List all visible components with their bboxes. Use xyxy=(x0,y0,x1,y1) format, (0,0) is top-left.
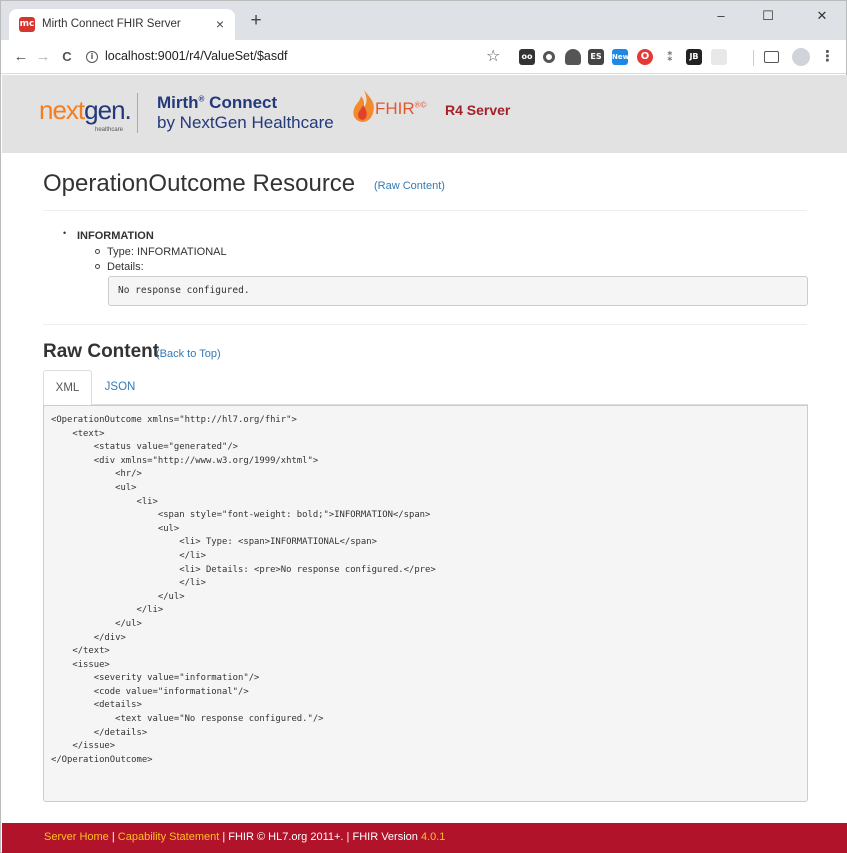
fhir-version-label: FHIR Version xyxy=(352,831,421,843)
server-home-link[interactable]: Server Home xyxy=(44,831,109,843)
circle-bullet-icon xyxy=(95,249,100,254)
code-line: </li> xyxy=(51,578,206,589)
code-line: </ul> xyxy=(51,591,185,602)
bookmark-star-icon[interactable]: ☆ xyxy=(486,46,500,66)
code-line: <issue> xyxy=(51,659,110,670)
drive-extension-icon[interactable] xyxy=(565,49,581,65)
address-bar[interactable]: localhost:9001/r4/ValueSet/$asdf xyxy=(105,49,288,63)
dropbox-extension-icon[interactable]: ⁑ xyxy=(662,49,678,65)
tab-xml[interactable]: XML xyxy=(43,370,92,406)
toolbar-divider xyxy=(753,50,754,66)
raw-xml-code-block: <OperationOutcome xmlns="http://hl7.org/… xyxy=(43,405,808,802)
code-line: </details> xyxy=(51,727,148,738)
back-button[interactable]: ← xyxy=(11,47,31,67)
minimize-button[interactable]: – xyxy=(706,6,736,26)
tab-json[interactable]: JSON xyxy=(97,370,143,406)
forward-button[interactable]: → xyxy=(33,47,53,67)
logo-divider xyxy=(137,93,138,133)
nextgen-logo[interactable]: nextgen. xyxy=(39,95,132,126)
issue-type-item: Type: INFORMATIONAL xyxy=(95,246,227,258)
raw-content-link[interactable]: (Raw Content) xyxy=(374,180,445,192)
code-line: <OperationOutcome xmlns="http://hl7.org/… xyxy=(51,415,297,425)
browser-tab[interactable]: mc Mirth Connect FHIR Server × xyxy=(9,9,235,40)
code-line: <li> xyxy=(51,496,158,507)
incognito-extension-icon[interactable]: oo xyxy=(519,49,535,65)
code-line: </div> xyxy=(51,632,126,643)
circle-bullet-icon xyxy=(95,264,100,269)
page-title: OperationOutcome Resource xyxy=(43,170,356,197)
opera-extension-icon[interactable]: O xyxy=(637,49,653,65)
site-info-icon[interactable]: i xyxy=(86,51,98,63)
code-line: <span style="font-weight: bold;">INFORMA… xyxy=(51,510,431,521)
mirth-favicon-icon: mc xyxy=(19,17,35,32)
code-line: </li> xyxy=(51,550,206,561)
code-line: </OperationOutcome> xyxy=(51,754,153,765)
circle-extension-icon[interactable] xyxy=(543,51,555,63)
nextgen-logo-subtitle: healthcare xyxy=(95,127,124,133)
profile-avatar[interactable] xyxy=(792,48,810,66)
header-banner: nextgen. healthcare Mirth® Connect by Ne… xyxy=(2,75,847,153)
code-line: <ul> xyxy=(51,482,137,493)
new-extension-icon[interactable]: New xyxy=(612,49,629,65)
code-line: </li> xyxy=(51,605,164,616)
fhir-logo: FHIR®© xyxy=(375,99,427,118)
details-pre-block: No response configured. xyxy=(108,276,808,306)
section-divider xyxy=(43,324,807,325)
reload-button[interactable]: C xyxy=(57,47,77,67)
code-line: <code value="informational"/> xyxy=(51,686,249,697)
mirth-connect-subtitle: by NextGen Healthcare xyxy=(157,113,334,132)
code-line: <severity value="information"/> xyxy=(51,673,260,684)
mirth-connect-title: Mirth® Connect xyxy=(157,93,278,112)
browser-menu-icon[interactable]: ⋮ xyxy=(820,47,835,65)
browser-window: mc Mirth Connect FHIR Server × + – ☐ ✕ ←… xyxy=(0,0,847,853)
blank-extension-icon[interactable] xyxy=(711,49,727,65)
browser-toolbar: ← → C i localhost:9001/r4/ValueSet/$asdf… xyxy=(1,40,846,74)
issue-details-item: Details: xyxy=(95,261,144,273)
maximize-button[interactable]: ☐ xyxy=(753,6,783,26)
tab-title: Mirth Connect FHIR Server xyxy=(42,18,181,30)
fhir-version: 4.0.1 xyxy=(420,831,446,843)
code-line: <ul> xyxy=(51,523,180,534)
cast-extension-icon[interactable] xyxy=(764,51,779,63)
raw-content-heading: Raw Content xyxy=(43,341,160,362)
new-tab-button[interactable]: + xyxy=(245,11,267,33)
issue-severity: INFORMATION xyxy=(77,230,154,242)
page-footer: Server Home | Capability Statement | FHI… xyxy=(2,823,847,853)
capability-statement-link[interactable]: Capability Statement xyxy=(118,831,220,843)
title-divider xyxy=(43,210,807,211)
code-line: <text> xyxy=(51,428,105,439)
code-line: <status value="generated"/> xyxy=(51,442,239,453)
code-line: <text value="No response configured."/> xyxy=(51,714,324,725)
format-tabs: XML JSON xyxy=(43,370,808,406)
back-to-top-link[interactable]: (Back to Top) xyxy=(156,348,221,360)
es-extension-icon[interactable]: ES xyxy=(588,49,604,65)
code-line: <li> Type: <span>INFORMATIONAL</span> xyxy=(51,537,377,548)
jb-extension-icon[interactable]: JB xyxy=(686,49,702,65)
code-line: <div xmlns="http://www.w3.org/1999/xhtml… xyxy=(51,455,319,466)
code-line: <li> Details: <pre>No response configure… xyxy=(51,564,436,575)
fhir-copyright: FHIR © HL7.org 2011+. xyxy=(228,831,344,843)
issue-bullet-icon: • xyxy=(63,228,67,238)
page-content: nextgen. healthcare Mirth® Connect by Ne… xyxy=(2,75,847,853)
tab-strip: mc Mirth Connect FHIR Server × + – ☐ ✕ xyxy=(1,1,846,40)
server-label: R4 Server xyxy=(445,102,511,118)
close-tab-icon[interactable]: × xyxy=(211,15,229,33)
close-window-button[interactable]: ✕ xyxy=(807,6,837,26)
code-line: <details> xyxy=(51,700,142,711)
code-line: </text> xyxy=(51,646,110,657)
code-line: </issue> xyxy=(51,741,116,752)
fhir-flame-icon xyxy=(353,90,374,122)
code-line: <hr/> xyxy=(51,469,142,480)
code-line: </ul> xyxy=(51,618,142,629)
